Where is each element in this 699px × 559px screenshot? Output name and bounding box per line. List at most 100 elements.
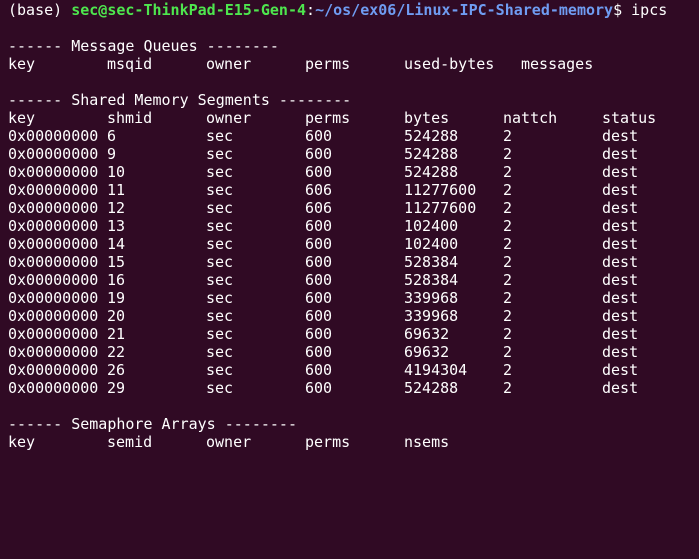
command-text: ipcs xyxy=(631,1,668,19)
table-row: 0x00000000 6 sec 600 524288 2 dest xyxy=(8,127,699,145)
table-cell: 600 xyxy=(305,289,333,307)
table-cell: 0x00000000 xyxy=(8,325,99,343)
table-cell: 11277600 xyxy=(404,181,477,199)
table-cell: dest xyxy=(602,289,639,307)
column-header: perms xyxy=(305,433,351,451)
table-cell: sec xyxy=(206,181,234,199)
table-cell: dest xyxy=(602,253,639,271)
table-cell: 600 xyxy=(305,379,333,397)
table-cell: sec xyxy=(206,379,234,397)
table-cell: dest xyxy=(602,325,639,343)
table-row: 0x00000000 15 sec 600 528384 2 dest xyxy=(8,253,699,271)
column-header: used-bytes xyxy=(404,55,495,73)
table-cell: 600 xyxy=(305,127,333,145)
table-cell: 22 xyxy=(107,343,126,361)
table-cell: 29 xyxy=(107,379,126,397)
prompt-user-host: sec@sec-ThinkPad-E15-Gen-4 xyxy=(71,1,307,19)
table-cell: 524288 xyxy=(404,127,459,145)
table-cell: sec xyxy=(206,199,234,217)
table-cell: 339968 xyxy=(404,307,459,325)
table-row: 0x00000000 21 sec 600 69632 2 dest xyxy=(8,325,699,343)
table-row: 0x00000000 29 sec 600 524288 2 dest xyxy=(8,379,699,397)
table-cell: 2 xyxy=(503,379,513,397)
table-cell: sec xyxy=(206,217,234,235)
table-cell: 2 xyxy=(503,145,513,163)
table-cell: 0x00000000 xyxy=(8,181,99,199)
table-cell: sec xyxy=(206,253,234,271)
table-cell: sec xyxy=(206,127,234,145)
table-cell: 6 xyxy=(107,127,117,145)
table-cell: 524288 xyxy=(404,145,459,163)
table-row: 0x00000000 22 sec 600 69632 2 dest xyxy=(8,343,699,361)
table-cell: 0x00000000 xyxy=(8,127,99,145)
table-cell: 2 xyxy=(503,325,513,343)
prompt-separator: : xyxy=(306,1,316,19)
table-cell: sec xyxy=(206,343,234,361)
table-cell: sec xyxy=(206,163,234,181)
table-cell: 606 xyxy=(305,199,333,217)
table-cell: dest xyxy=(602,145,639,163)
table-cell: 12 xyxy=(107,199,126,217)
table-cell: sec xyxy=(206,145,234,163)
table-cell: dest xyxy=(602,271,639,289)
table-row: 0x00000000 19 sec 600 339968 2 dest xyxy=(8,289,699,307)
table-cell: 2 xyxy=(503,289,513,307)
terminal-window[interactable]: (base) sec@sec-ThinkPad-E15-Gen-4:~/os/e… xyxy=(0,0,699,458)
column-header: bytes xyxy=(404,109,450,127)
column-header: perms xyxy=(305,109,351,127)
table-row: 0x00000000 12 sec 606 11277600 2 dest xyxy=(8,199,699,217)
prompt-path: ~/os/ex06/Linux-IPC-Shared-memory xyxy=(315,1,614,19)
table-cell: sec xyxy=(206,325,234,343)
table-row: 0x00000000 20 sec 600 339968 2 dest xyxy=(8,307,699,325)
table-cell: 13 xyxy=(107,217,126,235)
table-cell: 0x00000000 xyxy=(8,235,99,253)
table-cell: 2 xyxy=(503,271,513,289)
table-cell: 2 xyxy=(503,361,513,379)
shared-memory-table-body: 0x00000000 6 sec 600 524288 2 dest 0x00000000 9 s… xyxy=(8,127,699,397)
table-cell: 2 xyxy=(503,181,513,199)
column-header: shmid xyxy=(107,109,153,127)
table-cell: 0x00000000 xyxy=(8,253,99,271)
table-cell: 20 xyxy=(107,307,126,325)
semaphores-header-row: key semid owner perms nsems xyxy=(8,433,699,451)
table-cell: dest xyxy=(602,181,639,199)
table-cell: 14 xyxy=(107,235,126,253)
table-cell: 19 xyxy=(107,289,126,307)
table-cell: 2 xyxy=(503,217,513,235)
table-cell: sec xyxy=(206,307,234,325)
table-cell: 2 xyxy=(503,127,513,145)
table-cell: 69632 xyxy=(404,343,450,361)
table-cell: 600 xyxy=(305,145,333,163)
table-cell: sec xyxy=(206,361,234,379)
column-header: key xyxy=(8,109,36,127)
table-row: 0x00000000 26 sec 600 4194304 2 dest xyxy=(8,361,699,379)
table-cell: 600 xyxy=(305,235,333,253)
shared-memory-header-row: key shmid owner perms bytes nattch statu… xyxy=(8,109,699,127)
table-row: 0x00000000 11 sec 606 11277600 2 dest xyxy=(8,181,699,199)
table-cell: 10 xyxy=(107,163,126,181)
table-cell: 0x00000000 xyxy=(8,289,99,307)
table-cell: 0x00000000 xyxy=(8,199,99,217)
table-row: 0x00000000 9 sec 600 524288 2 dest xyxy=(8,145,699,163)
column-header: semid xyxy=(107,433,153,451)
table-cell: 2 xyxy=(503,253,513,271)
table-row: 0x00000000 14 sec 600 102400 2 dest xyxy=(8,235,699,253)
table-cell: 600 xyxy=(305,253,333,271)
column-header: perms xyxy=(305,55,351,73)
table-cell: 0x00000000 xyxy=(8,361,99,379)
table-cell: 600 xyxy=(305,217,333,235)
table-cell: 0x00000000 xyxy=(8,145,99,163)
message-queues-heading: ------ Message Queues -------- xyxy=(8,37,279,55)
table-cell: 524288 xyxy=(404,379,459,397)
table-cell: 4194304 xyxy=(404,361,468,379)
table-cell: 600 xyxy=(305,325,333,343)
table-cell: 0x00000000 xyxy=(8,163,99,181)
column-header: msqid xyxy=(107,55,153,73)
column-header: owner xyxy=(206,109,252,127)
table-cell: 2 xyxy=(503,307,513,325)
table-cell: 16 xyxy=(107,271,126,289)
table-cell: 524288 xyxy=(404,163,459,181)
table-cell: 2 xyxy=(503,163,513,181)
table-row: 0x00000000 13 sec 600 102400 2 dest xyxy=(8,217,699,235)
